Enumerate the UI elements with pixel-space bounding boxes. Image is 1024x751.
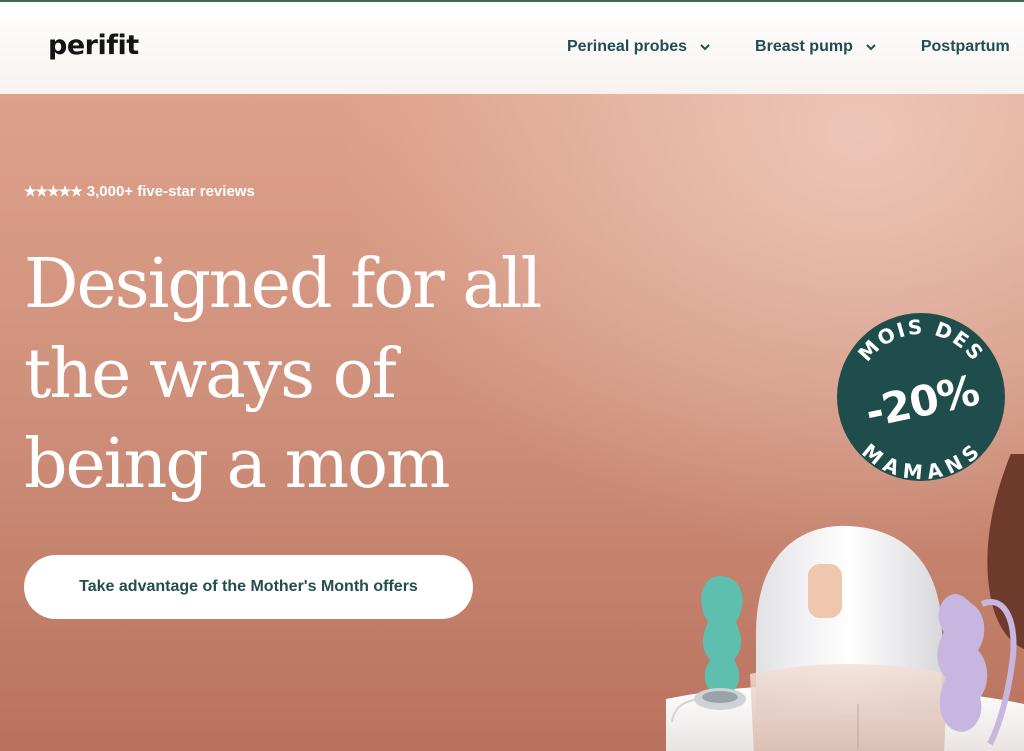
mothers-month-offers-button[interactable]: Take advantage of the Mother's Month off… <box>24 555 473 619</box>
nav-item-label: Perineal probes <box>567 38 688 55</box>
product-photo <box>666 454 1024 751</box>
hero-section: ★★★★★ 3,000+ five-star reviews Designed … <box>0 94 1024 751</box>
breast-pump-icon <box>750 525 948 751</box>
star-rating-icon: ★★★★★ <box>24 183 83 199</box>
reviews-text: 3,000+ five-star reviews <box>86 183 255 200</box>
nav-item-breast-pump[interactable]: Breast pump <box>755 38 877 56</box>
nav-item-label: Breast pump <box>755 38 853 55</box>
chevron-down-icon <box>700 44 710 51</box>
headline-line: Designed for all <box>24 245 542 324</box>
site-header: perifit Perineal probes Breast pump Post… <box>0 2 1024 94</box>
nav-item-perineal-probes[interactable]: Perineal probes <box>567 38 711 56</box>
headline-line: being a mom <box>24 425 451 504</box>
chevron-down-icon <box>866 44 876 51</box>
nav-item-postpartum[interactable]: Postpartum <box>921 38 1010 56</box>
brand-logo[interactable]: perifit <box>48 30 139 61</box>
nav-item-label: Postpartum <box>920 38 1010 55</box>
model-arm-silhouette <box>987 454 1024 649</box>
hero-headline: Designed for all the ways of being a mom <box>24 240 624 510</box>
main-nav: Perineal probes Breast pump Postpartum <box>567 38 1024 56</box>
reviews-summary: ★★★★★ 3,000+ five-star reviews <box>24 183 255 200</box>
headline-line: the ways of <box>24 335 397 414</box>
